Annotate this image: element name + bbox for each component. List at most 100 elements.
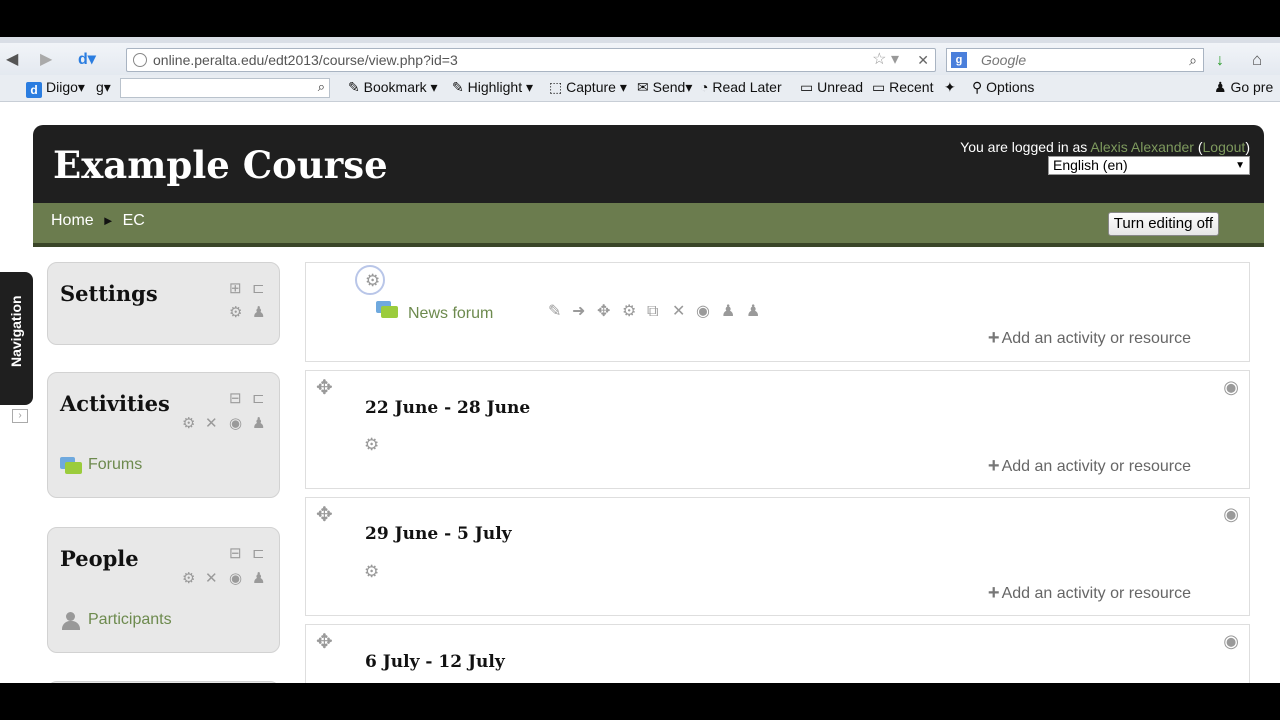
participants-link[interactable]: Participants [88, 611, 172, 629]
forum-icon [60, 457, 82, 475]
settings-gear-icon[interactable]: ⚙ [182, 571, 195, 587]
navigation-tab-label: Navigation [8, 295, 24, 367]
breadcrumb: Home ► EC [51, 212, 145, 230]
globe-icon [133, 53, 147, 67]
eye-icon[interactable]: ◉ [1223, 377, 1239, 398]
news-forum-link[interactable]: News forum [408, 305, 493, 323]
search-placeholder: Google [981, 52, 1027, 68]
recent-button[interactable]: ▭ Recent [872, 79, 933, 96]
breadcrumb-home[interactable]: Home [51, 212, 94, 229]
google-g-icon[interactable]: g▾ [96, 79, 111, 96]
settings-gear-icon[interactable]: ⚙ [229, 305, 242, 321]
people-block-title: People [60, 546, 139, 571]
section-week-1: ✥ ◉ 22 June - 28 June ⚙ + Add an activity… [305, 370, 1250, 489]
go-pre-button[interactable]: ♟ Go pre [1214, 79, 1273, 96]
eye-icon[interactable]: ◉ [696, 304, 710, 320]
participants-icon [61, 612, 81, 630]
diigo-icon: d [26, 82, 42, 98]
section-gear-icon[interactable]: ⚙ [365, 272, 380, 289]
url-bar[interactable]: online.peralta.edu/edt2013/course/view.p… [126, 48, 936, 72]
delete-icon[interactable]: ✕ [205, 571, 218, 587]
highlight-button[interactable]: ✎ Highlight ▾ [452, 79, 533, 96]
eye-icon[interactable]: ◉ [1223, 504, 1239, 525]
duplicate-icon[interactable]: ⧉ [647, 304, 658, 320]
settings-gear-icon[interactable]: ⚙ [182, 416, 195, 432]
delete-icon[interactable]: ✕ [205, 416, 218, 432]
section-title: 22 June - 28 June [365, 398, 531, 418]
page-title: Example Course [53, 143, 388, 187]
logout-link[interactable]: Logout [1203, 139, 1246, 155]
eye-icon[interactable]: ◉ [1223, 631, 1239, 652]
dock-block-icon[interactable]: ⊏ [252, 281, 265, 297]
plus-icon: + [987, 455, 1000, 477]
section-week-2: ✥ ◉ 29 June - 5 July ⚙ + Add an activity … [305, 497, 1250, 616]
options-button[interactable]: ⚲ Options [972, 79, 1034, 96]
move-icon[interactable]: ✥ [597, 304, 610, 320]
capture-button[interactable]: ⬚ Capture ▾ [549, 79, 627, 96]
forums-link[interactable]: Forums [88, 456, 142, 474]
letterbox-bottom [0, 683, 1280, 720]
plus-icon: + [987, 327, 1000, 349]
url-text: online.peralta.edu/edt2013/course/view.p… [153, 52, 458, 68]
assign-roles-icon[interactable]: ♟ [252, 416, 265, 432]
section-gear-icon[interactable]: ⚙ [364, 435, 379, 455]
navigation-dock-tab[interactable]: Navigation [0, 272, 33, 405]
activities-block-title: Activities [60, 391, 170, 416]
toolbar-search-icon[interactable]: ⌕ [318, 79, 325, 95]
forum-icon [376, 301, 398, 319]
groups-icon[interactable]: ♟ [721, 304, 735, 320]
send-button[interactable]: ✉ Send▾ [637, 79, 692, 96]
assign-roles-icon[interactable]: ♟ [252, 305, 265, 321]
add-activity-button[interactable]: + Add an activity or resource [988, 327, 1191, 350]
add-activity-button[interactable]: + Add an activity or resource [988, 455, 1191, 478]
download-icon[interactable]: ↓ [1216, 52, 1224, 70]
home-icon[interactable]: ⌂ [1252, 50, 1262, 70]
back-icon[interactable]: ◀ [6, 49, 18, 69]
move-section-icon[interactable]: ✥ [316, 502, 333, 527]
expand-block-icon[interactable]: ⊞ [229, 281, 242, 297]
wand-icon[interactable]: ✦ [944, 79, 956, 96]
unread-button[interactable]: ▭ Unread [800, 79, 863, 96]
breadcrumb-current[interactable]: EC [123, 212, 145, 229]
course-header: Example Course You are logged in as Alex… [33, 125, 1264, 203]
collapse-block-icon[interactable]: ⊟ [229, 391, 242, 407]
forward-icon[interactable]: ▶ [40, 49, 52, 69]
move-section-icon[interactable]: ✥ [316, 629, 333, 654]
read-later-button[interactable]: ◔ Read Later [700, 79, 782, 95]
section-title: 6 July - 12 July [365, 652, 505, 672]
bookmark-star-icon[interactable]: ☆ ▾ [872, 49, 899, 71]
dock-block-icon[interactable]: ⊏ [252, 391, 265, 407]
dock-expand-icon[interactable]: › [12, 409, 28, 423]
toolbar-search-input[interactable]: ⌕ [120, 78, 330, 98]
people-block: People ⊟ ⊏ ⚙ ✕ ◉ ♟ Participants [47, 527, 280, 653]
add-activity-button[interactable]: + Add an activity or resource [988, 582, 1191, 605]
activities-block: Activities ⊟ ⊏ ⚙ ✕ ◉ ♟ Forums [47, 372, 280, 498]
stop-icon[interactable]: ✕ [917, 49, 929, 71]
turn-editing-off-button[interactable]: Turn editing off [1107, 212, 1219, 236]
assign-roles-icon[interactable]: ♟ [252, 571, 265, 587]
breadcrumb-bar: Home ► EC Turn editing off [33, 203, 1264, 247]
search-icon[interactable]: ⌕ [1189, 49, 1197, 71]
google-icon[interactable]: g [951, 52, 967, 68]
diigo-logo-icon[interactable]: d▾ [78, 49, 96, 69]
update-gear-icon[interactable]: ⚙ [622, 304, 636, 320]
indent-right-icon[interactable]: ➜ [572, 304, 585, 320]
eye-icon[interactable]: ◉ [229, 571, 242, 587]
move-section-icon[interactable]: ✥ [316, 375, 333, 400]
search-bar[interactable]: g Google ⌕ [946, 48, 1204, 72]
diigo-menu[interactable]: d Diigo▾ [26, 79, 85, 98]
settings-block: Settings ⊞ ⊏ ⚙ ♟ [47, 262, 280, 345]
section-gear-icon[interactable]: ⚙ [364, 562, 379, 582]
edit-title-icon[interactable]: ✎ [548, 304, 561, 320]
dock-block-icon[interactable]: ⊏ [252, 546, 265, 562]
plus-icon: + [987, 582, 1000, 604]
delete-icon[interactable]: ✕ [672, 304, 685, 320]
assign-roles-icon[interactable]: ♟ [746, 304, 760, 320]
bookmark-button[interactable]: ✎ Bookmark ▾ [348, 79, 438, 96]
user-link[interactable]: Alexis Alexander [1090, 139, 1194, 155]
collapse-block-icon[interactable]: ⊟ [229, 546, 242, 562]
section-general: ⚙ News forum ✎ ➜ ✥ ⚙ ⧉ ✕ ◉ ♟ ♟ + Add an a… [305, 262, 1250, 362]
language-select[interactable]: English (en) ▼ [1048, 156, 1250, 175]
login-info: You are logged in as Alexis Alexander (L… [960, 139, 1250, 155]
eye-icon[interactable]: ◉ [229, 416, 242, 432]
